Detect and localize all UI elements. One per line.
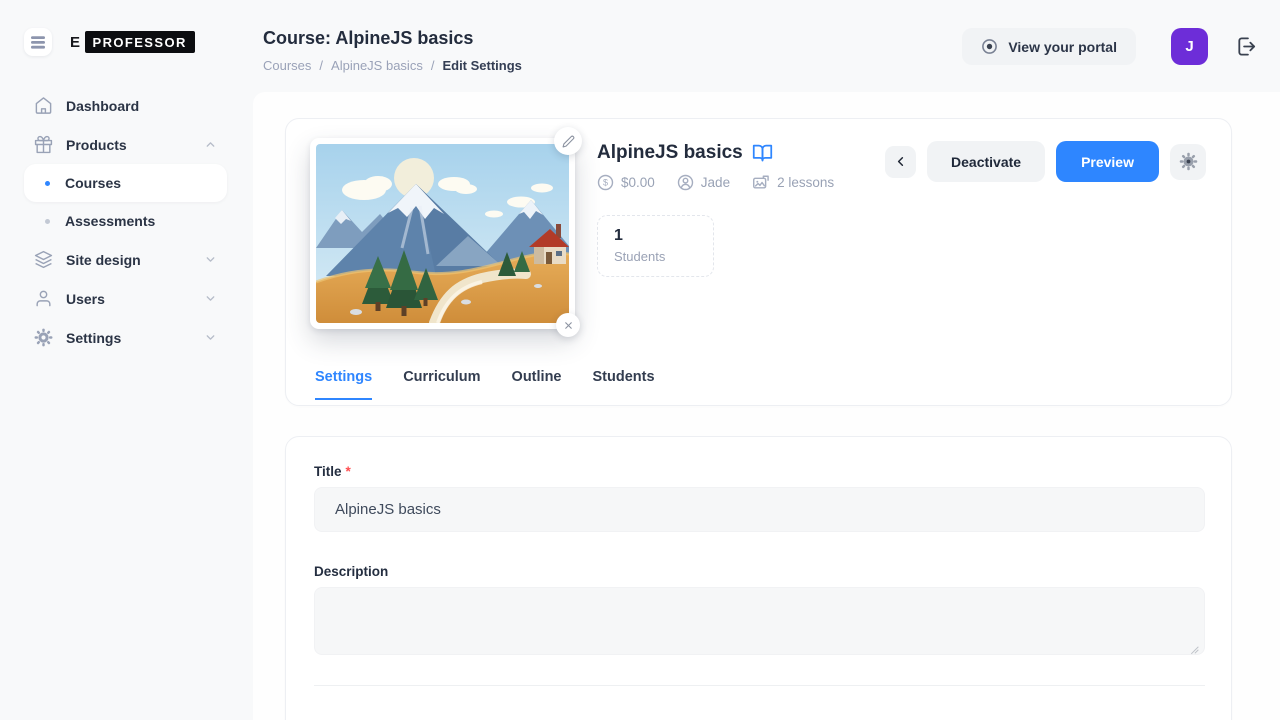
sidebar-item-courses[interactable]: Courses: [24, 164, 227, 202]
sidebar-item-label: Settings: [66, 329, 122, 346]
eye-icon: [982, 39, 998, 54]
tab-outline[interactable]: Outline: [512, 369, 562, 400]
breadcrumb-separator: /: [430, 58, 435, 73]
course-info: AlpineJS basics $ $0.00 Jade 2 lessons 1…: [597, 138, 834, 329]
sidebar-item-site-design[interactable]: Site design: [24, 240, 227, 279]
view-portal-label: View your portal: [1008, 38, 1117, 55]
deactivate-button[interactable]: Deactivate: [927, 141, 1046, 182]
course-author-label: Jade: [700, 175, 731, 190]
svg-text:$: $: [603, 178, 608, 188]
view-portal-button[interactable]: View your portal: [962, 28, 1136, 65]
dot-icon: [45, 218, 50, 224]
dollar-circle-icon: $: [597, 174, 614, 191]
edit-image-button[interactable]: [554, 127, 582, 155]
brand-name: PROFESSOR: [84, 31, 195, 53]
pencil-icon: [562, 135, 574, 147]
course-price: $ $0.00: [597, 174, 655, 191]
course-tabs: Settings Curriculum Outline Students: [310, 369, 1203, 400]
students-count: 1: [614, 227, 623, 244]
sidebar-item-dashboard[interactable]: Dashboard: [24, 86, 227, 125]
chevron-up-icon: [206, 142, 215, 147]
logout-icon: [1238, 37, 1256, 56]
course-lessons-label: 2 lessons: [777, 175, 835, 190]
gear-icon: [34, 328, 53, 347]
course-actions: Deactivate Preview: [885, 141, 1206, 182]
sidebar-item-label: Dashboard: [66, 97, 140, 114]
gear-button-icon: [1179, 152, 1197, 171]
sidebar: E PROFESSOR Dashboard Products Courses A…: [0, 0, 253, 720]
form-divider: [314, 685, 1205, 686]
page-title: Course: AlpineJS basics: [263, 28, 474, 48]
book-open-icon: [752, 144, 772, 161]
description-field-label: Description: [314, 564, 1205, 579]
title-field-label: Title *: [314, 464, 1205, 479]
sidebar-item-label: Courses: [65, 175, 122, 191]
top-header: Course: AlpineJS basics Courses / Alpine…: [253, 0, 1280, 92]
sidebar-item-products[interactable]: Products: [24, 125, 227, 164]
avatar[interactable]: J: [1171, 28, 1208, 65]
header-titles: Course: AlpineJS basics Courses / Alpine…: [263, 28, 522, 73]
sidebar-item-label: Products: [66, 136, 127, 153]
breadcrumb-courses[interactable]: Courses: [263, 58, 311, 73]
lessons-board-icon: [753, 175, 769, 189]
course-price-label: $0.00: [621, 175, 655, 190]
course-title: AlpineJS basics: [597, 142, 743, 163]
user-icon: [36, 290, 51, 307]
tab-students[interactable]: Students: [593, 369, 655, 400]
back-button[interactable]: [885, 145, 917, 178]
course-author: Jade: [677, 174, 730, 191]
logout-button[interactable]: [1235, 35, 1258, 58]
course-lessons: 2 lessons: [752, 174, 834, 191]
home-icon: [35, 97, 52, 114]
tab-settings[interactable]: Settings: [315, 369, 373, 400]
menu-stack-icon: [31, 35, 45, 49]
course-thumbnail: [310, 127, 582, 337]
settings-form-card: Title * Description: [285, 436, 1232, 720]
description-textarea[interactable]: [314, 587, 1205, 655]
preview-button[interactable]: Preview: [1056, 141, 1159, 182]
sidebar-item-label: Users: [66, 290, 105, 307]
course-meta: $ $0.00 Jade 2 lessons: [597, 174, 834, 191]
chevron-down-icon: [206, 335, 215, 340]
logo-row: E PROFESSOR: [0, 0, 253, 56]
course-thumbnail-image: [316, 144, 569, 323]
title-input[interactable]: [314, 487, 1205, 532]
breadcrumb-course[interactable]: AlpineJS basics: [331, 58, 423, 73]
breadcrumb-current: Edit Settings: [442, 58, 522, 73]
required-marker: *: [345, 464, 351, 479]
sidebar-item-assessments[interactable]: Assessments: [24, 202, 227, 240]
menu-stack-icon[interactable]: [24, 28, 52, 56]
sidebar-item-users[interactable]: Users: [24, 279, 227, 318]
sidebar-nav: Dashboard Products Courses Assessments S…: [0, 86, 253, 357]
course-card: AlpineJS basics $ $0.00 Jade 2 lessons 1…: [285, 118, 1232, 406]
main-content: AlpineJS basics $ $0.00 Jade 2 lessons 1…: [253, 92, 1280, 720]
resize-grip[interactable]: [1189, 639, 1200, 650]
students-stat-box: 1 Students: [597, 215, 714, 277]
description-textarea-wrap: [314, 587, 1205, 655]
brand-logo: E PROFESSOR: [70, 31, 195, 53]
title-label-text: Title: [314, 464, 342, 479]
close-icon: [564, 321, 572, 329]
chevron-left-icon: [897, 157, 904, 166]
gift-icon: [34, 135, 53, 154]
breadcrumb-separator: /: [319, 58, 324, 73]
tab-curriculum[interactable]: Curriculum: [403, 369, 480, 400]
brand-prefix: E: [70, 33, 81, 51]
remove-image-button[interactable]: [556, 313, 580, 337]
description-label-text: Description: [314, 564, 389, 579]
user-circle-icon: [677, 174, 693, 191]
chevron-down-icon: [206, 257, 215, 262]
students-caption: Students: [614, 249, 666, 264]
sidebar-item-settings[interactable]: Settings: [24, 318, 227, 357]
breadcrumb: Courses / AlpineJS basics / Edit Setting…: [263, 58, 522, 73]
course-settings-button[interactable]: [1170, 143, 1206, 180]
course-title-row: AlpineJS basics: [597, 142, 834, 164]
active-dot-icon: [45, 180, 50, 186]
header-actions: View your portal J: [962, 28, 1258, 65]
chevron-down-icon: [206, 296, 215, 301]
layers-icon: [34, 250, 53, 269]
course-thumbnail-frame: [310, 138, 575, 329]
sidebar-item-label: Assessments: [65, 213, 156, 229]
sidebar-item-label: Site design: [66, 251, 141, 268]
